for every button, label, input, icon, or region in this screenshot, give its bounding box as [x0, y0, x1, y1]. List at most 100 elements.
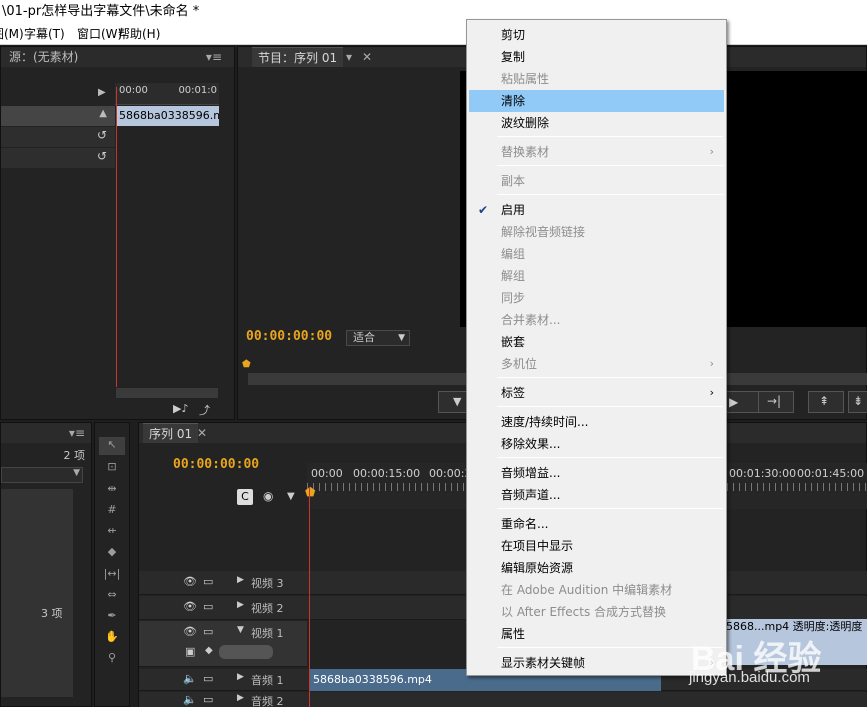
speaker-icon[interactable]: 🔈	[183, 672, 197, 685]
pen-tool[interactable]: ✒	[99, 608, 125, 623]
audio-icon[interactable]: ▶♪	[173, 402, 188, 415]
playhead-marker-icon[interactable]: ⬟	[242, 359, 251, 370]
step-forward-button[interactable]: ▶	[724, 391, 760, 413]
panel-menu-icon[interactable]: ▾≡	[69, 423, 85, 443]
selection-tool[interactable]: ↖	[99, 437, 125, 455]
keyframe-view-icon[interactable]: ▣	[185, 645, 195, 658]
program-timecode[interactable]: 00:00:00:00	[246, 329, 332, 344]
menu-item-nest[interactable]: 嵌套	[469, 331, 724, 353]
film-icon[interactable]: ▭	[203, 693, 213, 706]
expand-arrow-icon[interactable]: ▶	[98, 87, 106, 98]
menu-title[interactable]: 字幕(T)	[24, 24, 65, 45]
ruler-end: 00:01:0	[178, 85, 217, 96]
tab-source[interactable]: 源：(无素材)	[3, 47, 84, 67]
film-icon[interactable]: ▭	[203, 575, 213, 588]
razor-tool[interactable]: ◆	[99, 544, 125, 559]
eye-icon[interactable]: 👁	[183, 625, 197, 638]
speaker-icon[interactable]: 🔈	[183, 693, 197, 706]
project-search[interactable]: ▼	[1, 467, 83, 483]
menu-item-clear[interactable]: 清除	[469, 90, 724, 112]
film-icon[interactable]: ▭	[203, 672, 213, 685]
reset-icon[interactable]: ↺	[97, 128, 107, 142]
menu-item-edit-in-audition[interactable]: 在 Adobe Audition 中编辑素材	[469, 579, 724, 601]
keyframe-nav[interactable]	[219, 645, 273, 659]
tab-close-icon[interactable]: ✕	[197, 423, 207, 443]
slide-icon: ⇔	[107, 588, 117, 601]
snap-magnet-icon[interactable]: C	[237, 489, 253, 505]
eye-icon[interactable]: 👁	[183, 575, 197, 588]
zoom-tool[interactable]: ⚲	[99, 650, 125, 665]
menu-item-ungroup[interactable]: 解组	[469, 265, 724, 287]
menu-item-unlink[interactable]: 解除视音频链接	[469, 221, 724, 243]
menu-item-cut[interactable]: 剪切	[469, 24, 724, 46]
menu-item-paste-attributes[interactable]: 粘贴属性	[469, 68, 724, 90]
menu-item-merge-clips[interactable]: 合并素材...	[469, 309, 724, 331]
menu-item-rename[interactable]: 重命名...	[469, 513, 724, 535]
menu-item-ripple-delete[interactable]: 波纹删除	[469, 112, 724, 134]
menu-item-group[interactable]: 编组	[469, 243, 724, 265]
hand-tool[interactable]: ✋	[99, 629, 125, 644]
tab-program[interactable]: 节目：序列 01	[252, 47, 344, 67]
menu-item-label[interactable]: 标签 ›	[469, 382, 724, 404]
keyframe-icon[interactable]: ◆	[205, 645, 213, 656]
lift-button[interactable]: ⇞	[808, 391, 844, 413]
extract-button[interactable]: ⇟	[848, 391, 867, 413]
reset-icon[interactable]: ↺	[97, 149, 107, 163]
collapse-track-icon[interactable]: ▼	[237, 625, 244, 635]
link-icon[interactable]: ◉	[263, 489, 273, 503]
film-icon[interactable]: ▭	[203, 600, 213, 613]
ripple-edit-tool[interactable]: ⇹	[99, 481, 125, 496]
slip-tool[interactable]: |↔|	[99, 566, 125, 581]
add-marker-icon[interactable]: ▼	[287, 491, 295, 502]
menu-separator	[497, 508, 723, 509]
menu-item-remove-effects[interactable]: 移除效果...	[469, 433, 724, 455]
menu-item-synchronize[interactable]: 同步	[469, 287, 724, 309]
eye-icon[interactable]: 👁	[183, 600, 197, 613]
menu-item-speed-duration[interactable]: 速度/持续时间...	[469, 411, 724, 433]
menu-item-enable[interactable]: ✔ 启用	[469, 199, 724, 221]
source-ruler[interactable]: 00:00 00:01:0	[115, 83, 219, 105]
source-scrollbar[interactable]	[115, 387, 219, 399]
expand-track-icon[interactable]: ▶	[237, 575, 244, 585]
go-to-out-button[interactable]: →|	[758, 391, 794, 413]
source-panel: 源：(无素材) ▾≡ 00:00 00:01:0 ▶ ▲ ↺ ↺ 5868ba0…	[0, 46, 235, 420]
project-bin-list[interactable]	[1, 489, 73, 697]
ruler-start: 00:00	[119, 85, 148, 96]
export-icon[interactable]: ⤴	[199, 402, 210, 418]
source-clip[interactable]: 5868ba0338596.mp	[117, 106, 219, 126]
collapse-arrow-icon[interactable]: ▲	[99, 108, 107, 119]
menu-item-edit-original[interactable]: 编辑原始资源	[469, 557, 724, 579]
expand-track-icon[interactable]: ▶	[237, 693, 244, 703]
menu-item-audio-channels[interactable]: 音频声道...	[469, 484, 724, 506]
expand-track-icon[interactable]: ▶	[237, 672, 244, 682]
slide-tool[interactable]: ⇔	[99, 587, 125, 602]
menu-item-reveal-in-project[interactable]: 在项目中显示	[469, 535, 724, 557]
rolling-edit-tool[interactable]: #	[99, 502, 125, 517]
menu-item-multicam[interactable]: 多机位 ›	[469, 353, 724, 375]
menu-help[interactable]: 帮助(H)	[118, 24, 160, 45]
playhead-marker-icon[interactable]: ⬟	[305, 485, 315, 499]
pen-icon: ✒	[107, 609, 117, 622]
tab-sequence[interactable]: 序列 01	[143, 423, 199, 443]
menu-window[interactable]: 窗口(W)	[77, 24, 122, 45]
track-name: 视频 2	[251, 602, 284, 615]
slip-icon: |↔|	[103, 567, 121, 580]
timeline-timecode[interactable]: 00:00:00:00	[173, 457, 259, 472]
panel-menu-icon[interactable]: ▾≡	[206, 47, 222, 67]
menu-separator	[497, 377, 723, 378]
track-select-tool[interactable]: ⊡	[99, 459, 125, 474]
rate-stretch-tool[interactable]: ⇷	[99, 523, 125, 538]
menu-item-copy[interactable]: 复制	[469, 46, 724, 68]
track-row-expanded: 👁 ▭ ▼ 视频 1 ▣ ◆	[139, 621, 307, 667]
zoom-select[interactable]: 适合 ▼	[346, 330, 410, 346]
menu-item-replace-footage[interactable]: 替换素材 ›	[469, 141, 724, 163]
tab-menu-icon[interactable]: ▾	[346, 47, 352, 67]
film-icon[interactable]: ▭	[203, 625, 213, 638]
track-select-icon: ⊡	[107, 460, 117, 473]
window-title: \01-pr怎样导出字幕文件\未命名 *	[0, 0, 867, 24]
menu-item-audio-gain[interactable]: 音频增益...	[469, 462, 724, 484]
menu-item-duplicate[interactable]: 副本	[469, 170, 724, 192]
tab-close-icon[interactable]: ✕	[362, 47, 372, 67]
menu-marker[interactable]: 图(M)	[0, 24, 24, 45]
expand-track-icon[interactable]: ▶	[237, 600, 244, 610]
